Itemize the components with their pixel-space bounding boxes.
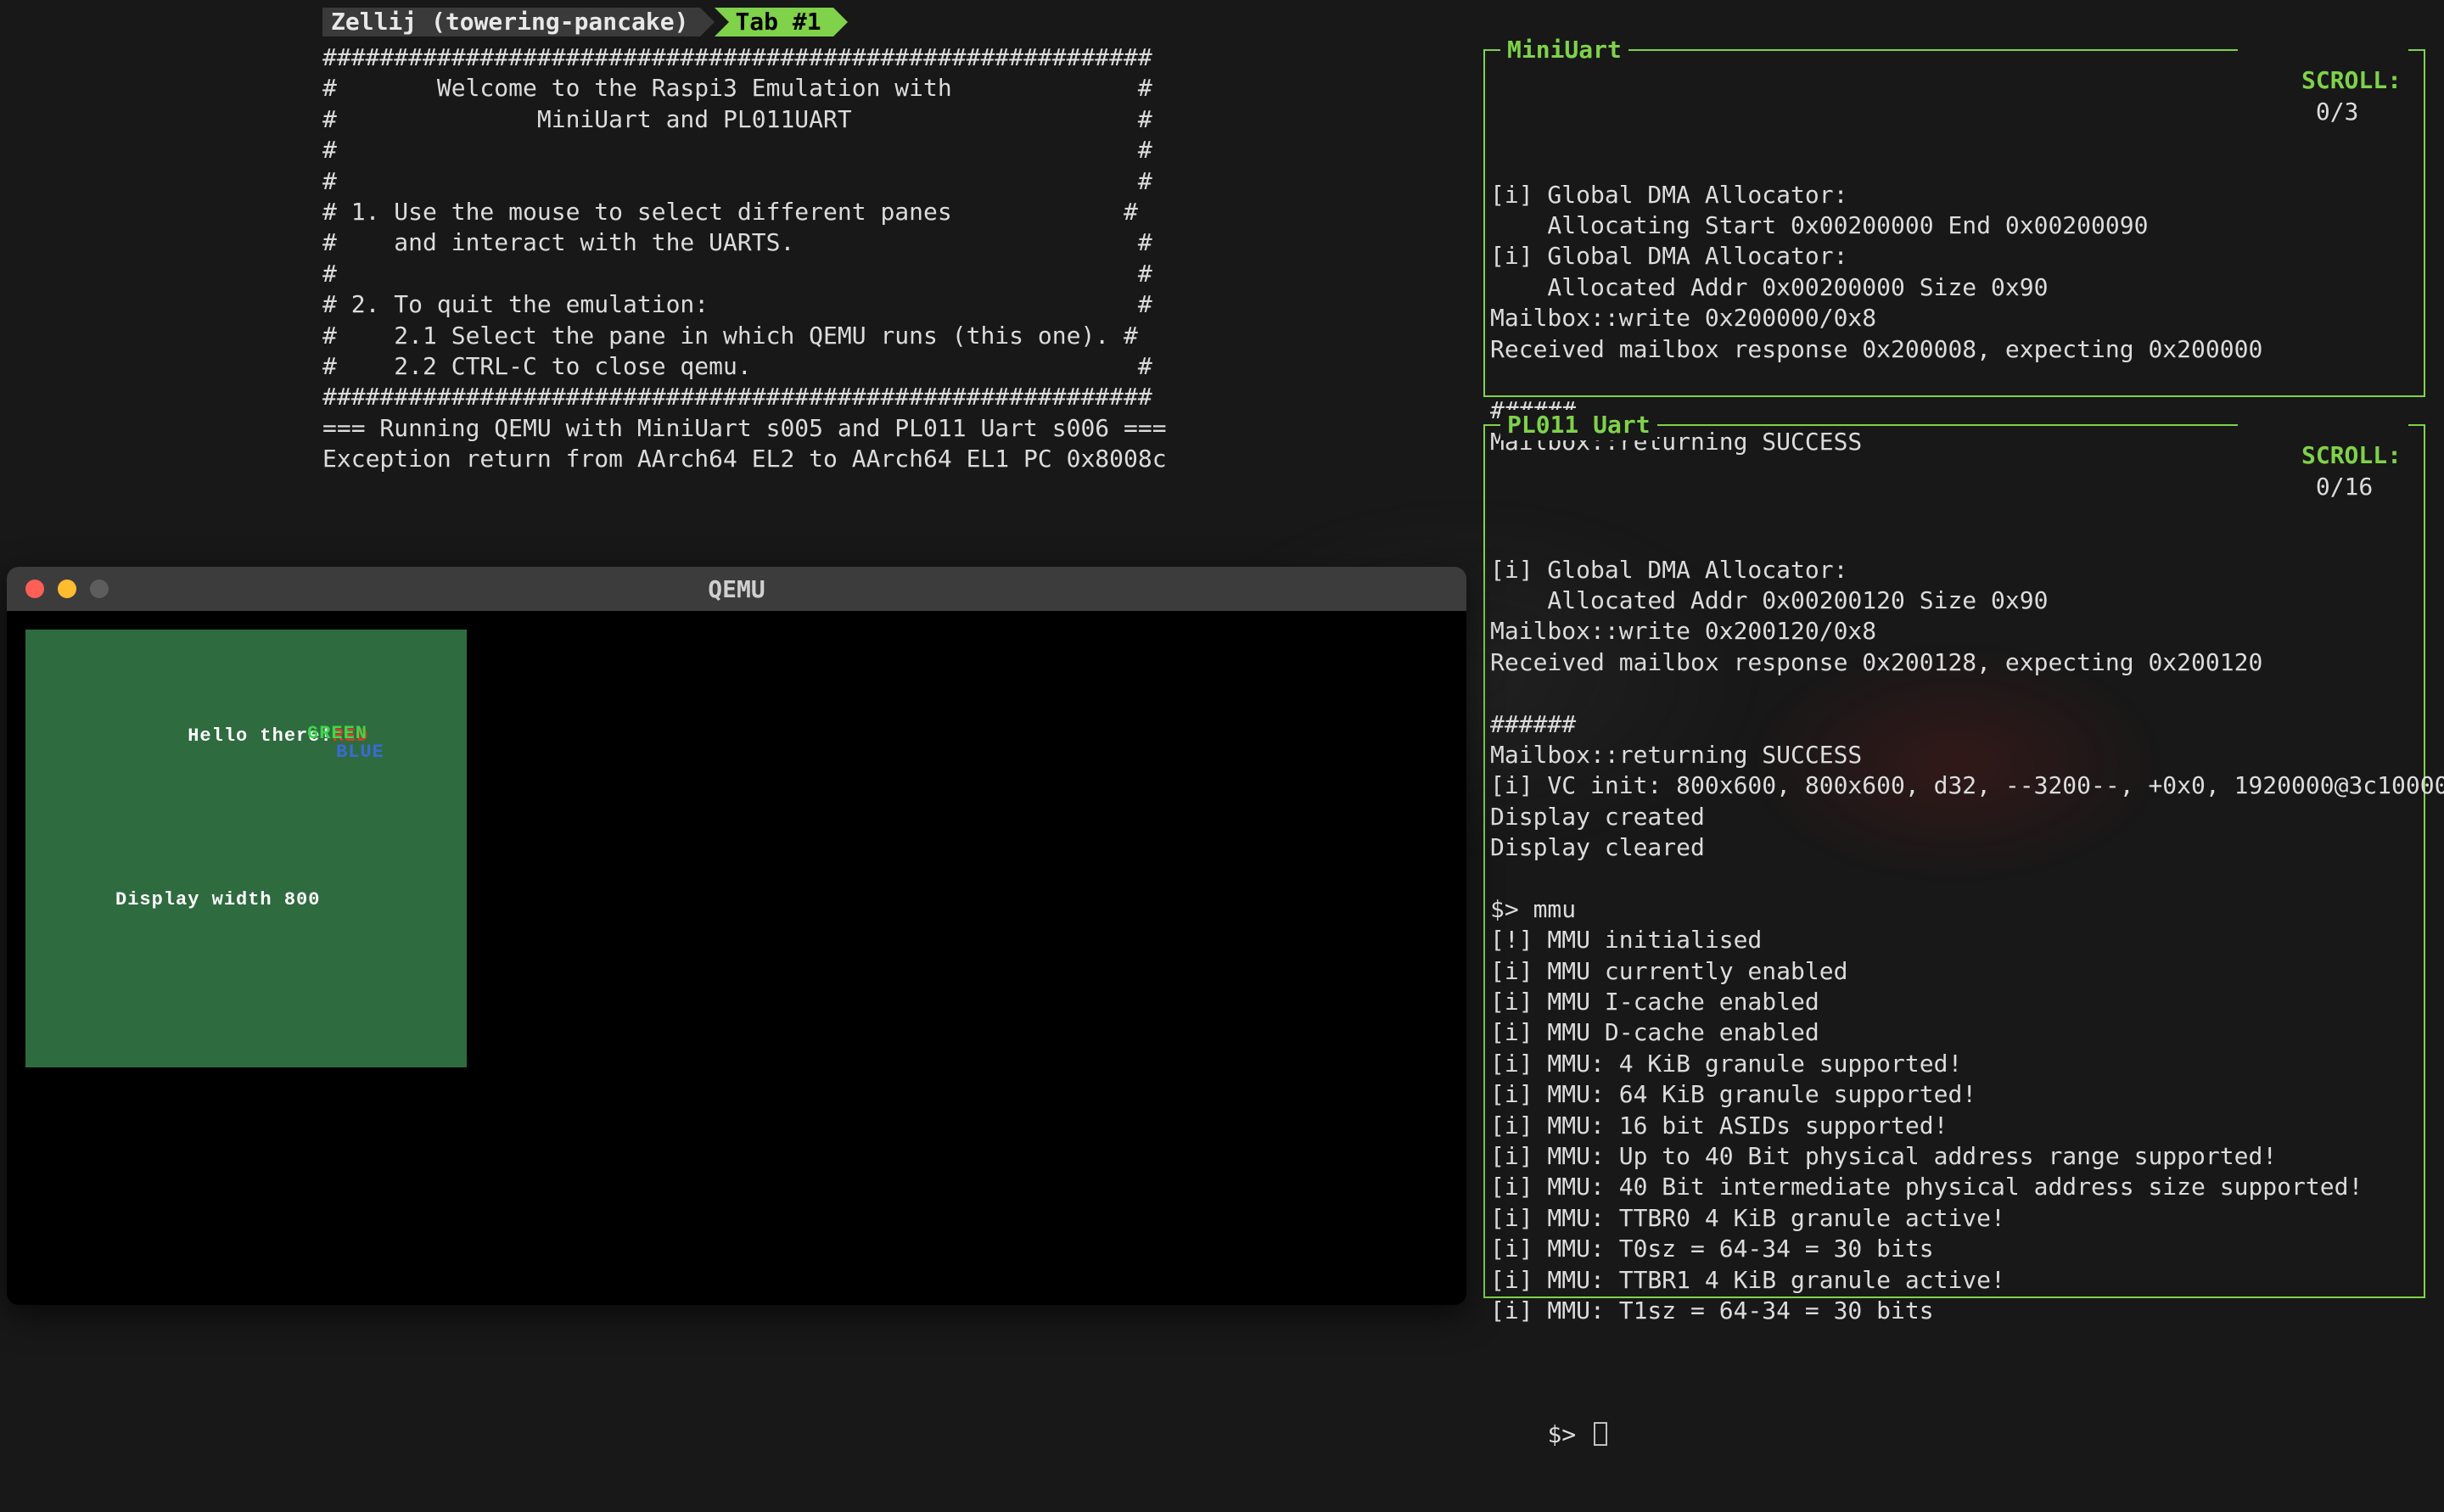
minimize-icon[interactable] xyxy=(58,580,76,598)
maximize-icon[interactable] xyxy=(90,580,109,598)
miniuart-scroll-value: 0/3 xyxy=(2316,98,2359,126)
scroll-value xyxy=(2301,98,2316,126)
pl011-scroll-value: 0/16 xyxy=(2316,473,2373,501)
scroll-value xyxy=(2301,473,2316,501)
qemu-window[interactable]: QEMU Hello there!RED GREEN BLUE Display … xyxy=(7,567,1466,1305)
display-width-text: Display width 800 xyxy=(115,889,320,910)
cursor-icon xyxy=(1594,1422,1607,1446)
main-terminal-pane[interactable]: ########################################… xyxy=(322,42,1460,474)
blue-text: BLUE xyxy=(336,742,384,763)
tab-bar: Zellij (towering-pancake) Tab #1 xyxy=(322,7,833,37)
close-icon[interactable] xyxy=(25,580,44,598)
window-controls xyxy=(25,580,109,598)
session-name: Zellij (towering-pancake) xyxy=(322,8,700,36)
pl011-content: [i] Global DMA Allocator: Allocated Addr… xyxy=(1490,550,2419,1327)
qemu-window-title: QEMU xyxy=(7,575,1466,603)
miniuart-pane[interactable]: MiniUart SCROLL: 0/3 [i] Global DMA Allo… xyxy=(1483,49,2425,397)
pl011-prompt-line[interactable]: $> xyxy=(1490,1388,2419,1481)
miniuart-scroll: SCROLL: 0/3 xyxy=(2238,35,2408,159)
pl011-title: PL011 Uart xyxy=(1500,410,1657,440)
scroll-label: SCROLL: xyxy=(2301,66,2402,94)
qemu-titlebar[interactable]: QEMU xyxy=(7,567,1466,611)
scroll-label: SCROLL: xyxy=(2301,441,2402,469)
miniuart-title: MiniUart xyxy=(1500,35,1628,65)
pl011-pane[interactable]: PL011 Uart SCROLL: 0/16 [i] Global DMA A… xyxy=(1483,424,2425,1298)
prompt-text: $> xyxy=(1547,1420,1590,1448)
pl011-scroll: SCROLL: 0/16 xyxy=(2238,410,2408,534)
qemu-framebuffer[interactable]: Hello there!RED GREEN BLUE Display width… xyxy=(25,630,467,1067)
tab-1[interactable]: Tab #1 xyxy=(715,8,832,36)
